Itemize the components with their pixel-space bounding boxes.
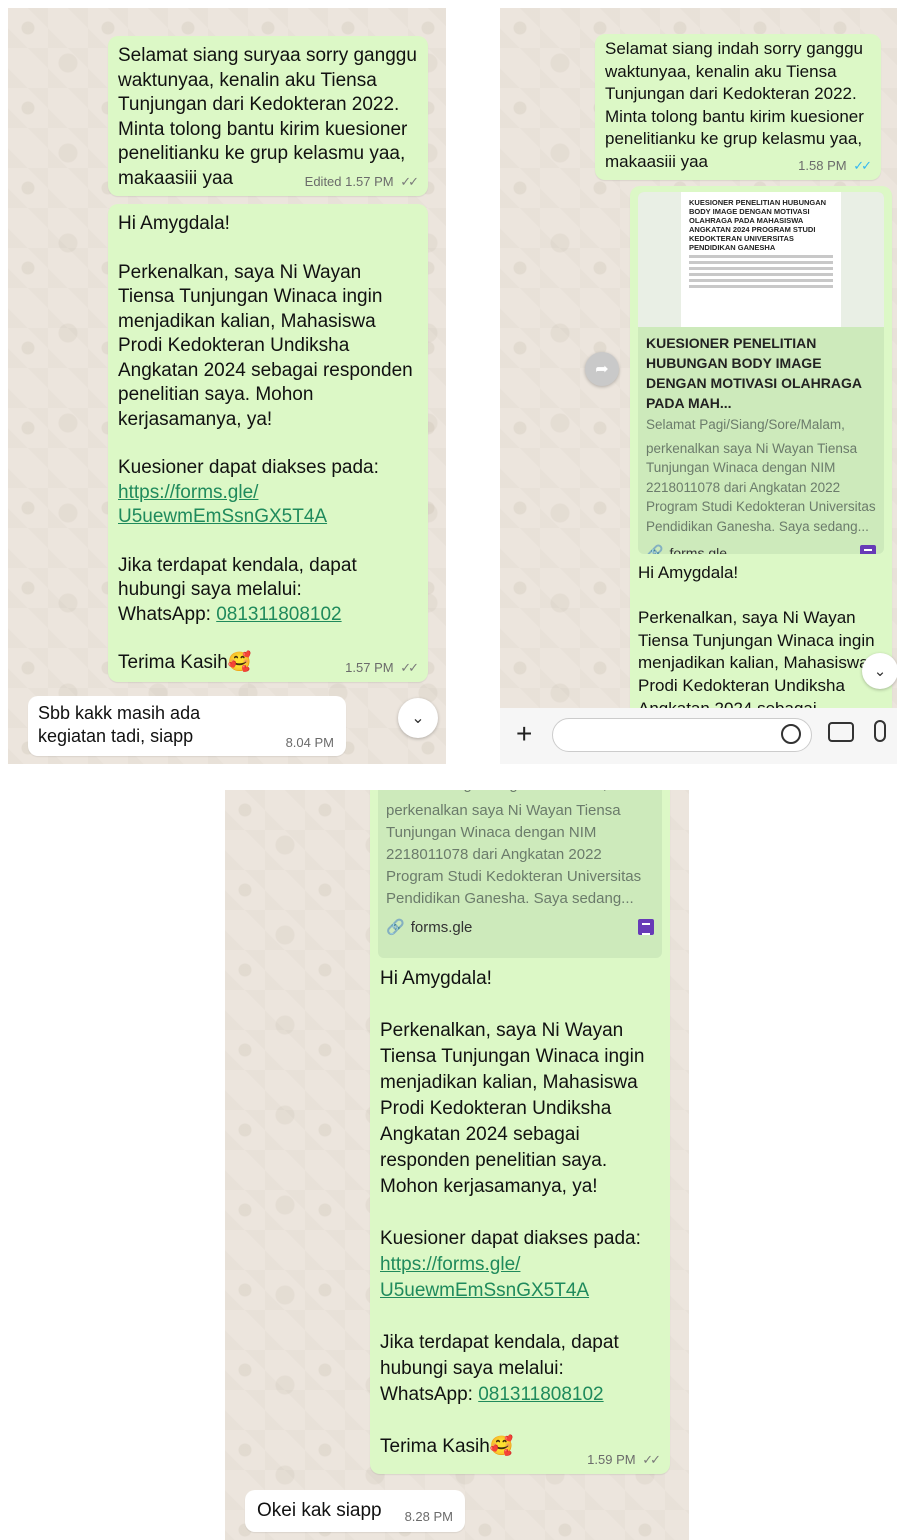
message-intro: Perkenalkan, saya Ni Wayan Tiensa Tunjun… xyxy=(380,1020,645,1197)
message-meta: 1.58 PM ✓✓ xyxy=(798,158,872,174)
whatsapp-label: WhatsApp: xyxy=(118,603,217,625)
message-access-label: Kuesioner dapat diakses pada: xyxy=(118,457,379,478)
site-name: forms.gle xyxy=(410,918,473,936)
chevron-down-icon: ⌄ xyxy=(411,710,425,727)
whatsapp-label: WhatsApp: xyxy=(380,1384,479,1405)
form-link-code[interactable]: U5uewmEmSsnGX5T4A xyxy=(380,1280,589,1301)
link-preview-desc1: Selamat Pagi/Siang/Sore/Malam, xyxy=(646,417,845,432)
message-time: 1.57 PM xyxy=(345,174,394,189)
form-link-code[interactable]: U5uewmEmSsnGX5T4A xyxy=(118,506,327,527)
google-forms-icon xyxy=(638,919,654,935)
message-time: 1.58 PM xyxy=(798,158,847,173)
message-meta: Edited 1.57 PM ✓✓ xyxy=(304,174,419,190)
message-greeting: Hi Amygdala! xyxy=(638,563,739,582)
message-greeting: Hi Amygdala! xyxy=(118,213,230,234)
document-title: KUESIONER PENELITIAN HUBUNGAN BODY IMAGE… xyxy=(689,198,827,252)
forward-button[interactable]: ➦ xyxy=(585,352,619,386)
link-preview-desc2: perkenalkan saya Ni Wayan Tiensa Tunjung… xyxy=(386,802,642,907)
form-link[interactable]: https://forms.gle/ xyxy=(380,1254,520,1275)
smiling-hearts-emoji: 🥰 xyxy=(227,652,252,673)
message-meta: 1.59 PM ✓✓ xyxy=(587,1452,661,1468)
chat-screenshot-1: Selamat siang suryaa sorry ganggu waktun… xyxy=(8,8,446,764)
double-check-icon: ✓✓ xyxy=(642,1452,661,1467)
message-greeting: Hi Amygdala! xyxy=(380,968,492,989)
phone-link[interactable]: 081311808102 xyxy=(478,1384,603,1405)
microphone-icon[interactable] xyxy=(874,720,886,742)
message-intro: Perkenalkan, saya Ni Wayan Tiensa Tunjun… xyxy=(118,261,413,430)
link-preview-site: 🔗 forms.gle xyxy=(378,912,662,942)
message-text: Okei kak siapp xyxy=(257,1500,382,1521)
link-preview-desc2: perkenalkan saya Ni Wayan Tiensa Tunjung… xyxy=(646,440,876,534)
scroll-down-button[interactable]: ⌄ xyxy=(862,653,897,689)
message-meta: 1.57 PM ✓✓ xyxy=(345,660,419,676)
google-forms-icon xyxy=(860,544,876,554)
edited-label: Edited xyxy=(304,174,342,189)
chat-screenshot-2: Selamat siang indah sorry ganggu waktuny… xyxy=(500,8,897,764)
link-preview-site: 🔗 forms.gle xyxy=(638,538,884,554)
message-text: Selamat siang suryaa sorry ganggu waktun… xyxy=(118,45,417,189)
link-preview-card[interactable]: KUESIONER PENELITIAN HUBUNGAN BODY IMAGE… xyxy=(638,192,884,554)
scroll-down-button[interactable]: ⌄ xyxy=(398,698,438,738)
message-input[interactable] xyxy=(552,718,812,752)
link-icon: 🔗 xyxy=(646,544,664,554)
camera-icon[interactable] xyxy=(828,722,854,742)
message-bubble-outgoing[interactable]: Selamat Pagi/Siang/Sore/Malam, perkenalk… xyxy=(370,790,670,1474)
thanks-text: Terima Kasih xyxy=(380,1436,490,1457)
link-preview-desc1: Selamat Pagi/Siang/Sore/Malam, xyxy=(378,790,662,798)
forward-icon: ➦ xyxy=(595,361,609,378)
message-bubble-outgoing[interactable]: Selamat siang suryaa sorry ganggu waktun… xyxy=(108,36,428,196)
smiling-hearts-emoji: 🥰 xyxy=(489,1436,514,1457)
form-link[interactable]: https://forms.gle/ xyxy=(118,482,258,503)
link-preview-card[interactable]: Selamat Pagi/Siang/Sore/Malam, perkenalk… xyxy=(378,790,662,958)
message-bubble-outgoing[interactable]: KUESIONER PENELITIAN HUBUNGAN BODY IMAGE… xyxy=(630,186,892,726)
sticker-icon[interactable] xyxy=(781,724,801,744)
link-preview-title: KUESIONER PENELITIAN HUBUNGAN BODY IMAGE… xyxy=(646,335,862,411)
message-bubble-outgoing[interactable]: Hi Amygdala! Perkenalkan, saya Ni Wayan … xyxy=(108,204,428,682)
message-text: Selamat siang indah sorry ganggu waktuny… xyxy=(605,39,864,171)
double-check-icon: ✓✓ xyxy=(400,174,419,189)
message-time: 1.59 PM xyxy=(587,1452,636,1467)
message-bubble-incoming[interactable]: Sbb kakk masih ada kegiatan tadi, siapp … xyxy=(28,696,346,756)
double-check-icon: ✓✓ xyxy=(853,158,872,173)
double-check-icon: ✓✓ xyxy=(400,660,419,675)
plus-icon[interactable]: + xyxy=(516,718,532,750)
link-preview-thumbnail: KUESIONER PENELITIAN HUBUNGAN BODY IMAGE… xyxy=(638,192,884,327)
message-contact: Jika terdapat kendala, dapat hubungi say… xyxy=(118,554,357,601)
message-time: 8.28 PM xyxy=(404,1509,453,1524)
message-intro: Perkenalkan, saya Ni Wayan Tiensa Tunjun… xyxy=(638,607,875,718)
link-icon: 🔗 xyxy=(386,919,405,936)
chat-screenshot-3: Selamat Pagi/Siang/Sore/Malam, perkenalk… xyxy=(225,790,689,1540)
site-name: forms.gle xyxy=(669,544,728,555)
message-time: 8.04 PM xyxy=(285,735,334,750)
message-access-label: Kuesioner dapat diakses pada: xyxy=(380,1228,641,1249)
chevron-down-icon: ⌄ xyxy=(873,663,887,680)
message-bubble-outgoing[interactable]: Selamat siang indah sorry ganggu waktuny… xyxy=(595,34,881,180)
message-input-bar: + xyxy=(500,708,897,764)
phone-link[interactable]: 081311808102 xyxy=(216,604,341,625)
message-contact: Jika terdapat kendala, dapat hubungi say… xyxy=(380,1332,619,1379)
thanks-text: Terima Kasih xyxy=(118,652,228,673)
message-bubble-incoming[interactable]: Okei kak siapp 8.28 PM xyxy=(245,1490,465,1532)
message-time: 1.57 PM xyxy=(345,660,394,675)
